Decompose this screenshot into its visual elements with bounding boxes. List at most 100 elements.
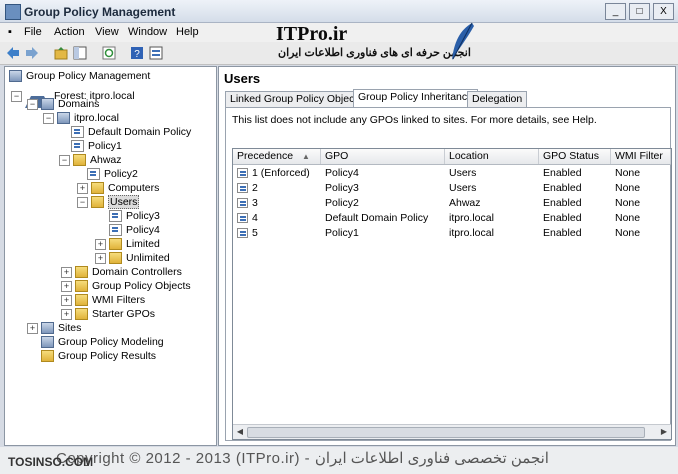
maximize-button[interactable]: □ <box>629 3 650 20</box>
close-button[interactable]: X <box>653 3 674 20</box>
tree-item-ahwaz[interactable]: − Ahwaz <box>59 154 122 168</box>
table-cell: Enabled <box>539 181 611 196</box>
enforced-gpo-link-icon <box>109 224 122 237</box>
cell-text: 2 <box>252 182 258 194</box>
table-row[interactable]: 2 Policy3 Users Enabled None <box>233 181 671 196</box>
tree-item-sites[interactable]: + Sites <box>27 322 81 336</box>
scrollbar-thumb[interactable] <box>247 427 645 438</box>
expand-toggle-icon[interactable]: + <box>61 294 72 306</box>
tree-label: Computers <box>108 182 160 195</box>
console-tree: Group Policy Management − Forest: itpro.l… <box>4 66 217 446</box>
details-pane: Users Linked Group Policy Objects Group … <box>218 66 676 446</box>
table-row[interactable]: 3 Policy2 Ahwaz Enabled None <box>233 196 671 211</box>
table-cell: 2 <box>233 181 321 196</box>
expand-toggle-icon[interactable]: + <box>95 238 106 250</box>
tree-item-computers[interactable]: + Computers <box>77 182 159 196</box>
table-cell: Enabled <box>539 226 611 241</box>
collapse-toggle-icon[interactable]: − <box>11 90 22 102</box>
tree-item-gp-results[interactable]: Group Policy Results <box>41 350 156 364</box>
refresh-icon[interactable] <box>102 46 116 60</box>
column-header-wmi-filter[interactable]: WMI Filter <box>611 149 671 164</box>
scroll-right-icon[interactable]: ▶ <box>658 426 670 437</box>
back-arrow-icon[interactable] <box>6 46 20 60</box>
tab-delegation[interactable]: Delegation <box>467 91 528 107</box>
collapse-toggle-icon[interactable]: − <box>43 112 54 124</box>
tree-label: Policy4 <box>126 224 160 237</box>
tree-label: Group Policy Results <box>58 350 157 363</box>
properties-icon[interactable] <box>149 46 163 60</box>
column-header-gpo-status[interactable]: GPO Status <box>539 149 611 164</box>
tree-item-group-policy-objects[interactable]: + Group Policy Objects <box>61 280 191 294</box>
inheritance-panel: This list does not include any GPOs link… <box>225 107 672 441</box>
tree-label: Ahwaz <box>90 154 122 167</box>
tree-item-policy3[interactable]: Policy3 <box>109 210 160 224</box>
tree-label: Domain Controllers <box>92 266 182 279</box>
cell-text: Enabled <box>543 197 582 209</box>
expand-toggle-icon[interactable]: + <box>95 252 106 264</box>
table-cell: Enabled <box>539 166 611 181</box>
menu-file-icon: ▪ <box>8 26 12 38</box>
tree-item-default-domain-policy[interactable]: Default Domain Policy <box>71 126 191 140</box>
tree-item-gp-modeling[interactable]: Group Policy Modeling <box>41 336 164 350</box>
expand-toggle-icon[interactable]: + <box>61 308 72 320</box>
gpo-link-icon <box>87 168 100 181</box>
table-row[interactable]: 5 Policy1 itpro.local Enabled None <box>233 226 671 241</box>
tree-label: Sites <box>58 322 82 335</box>
forward-arrow-icon[interactable] <box>25 46 39 60</box>
cell-text: None <box>615 197 641 209</box>
tree-item-unlimited[interactable]: + Unlimited <box>95 252 170 266</box>
minimize-button[interactable]: _ <box>605 3 626 20</box>
cell-text: Default Domain Policy <box>325 212 429 224</box>
menu-help[interactable]: Help <box>176 26 199 38</box>
expand-toggle-icon[interactable]: + <box>27 322 38 334</box>
tree-item-limited[interactable]: + Limited <box>95 238 160 252</box>
expand-toggle-icon[interactable]: + <box>61 266 72 278</box>
expand-toggle-icon[interactable]: + <box>77 182 88 194</box>
menu-window[interactable]: Window <box>128 26 167 38</box>
tree-item-users[interactable]: − Users <box>77 195 140 210</box>
horizontal-scrollbar[interactable]: ◀ ▶ <box>233 424 671 439</box>
modeling-icon <box>41 336 54 349</box>
gpmc-app-icon <box>5 4 21 20</box>
help-icon[interactable]: ? <box>130 46 144 60</box>
tab-gp-inheritance[interactable]: Group Policy Inheritance <box>353 89 478 108</box>
tree-item-wmi-filters[interactable]: + WMI Filters <box>61 294 145 308</box>
expand-toggle-icon[interactable]: + <box>61 280 72 292</box>
tree-item-policy1[interactable]: Policy1 <box>71 140 122 154</box>
tree-item-domains[interactable]: − Domains <box>27 98 99 112</box>
column-header-gpo[interactable]: GPO <box>321 149 445 164</box>
show-hide-tree-icon[interactable] <box>73 46 87 60</box>
tree-item-domain-controllers[interactable]: + Domain Controllers <box>61 266 182 280</box>
column-header-label: Precedence <box>237 150 294 162</box>
inheritance-table: Precedence ▲ GPO Location GPO Status WMI… <box>232 148 672 440</box>
collapse-toggle-icon[interactable]: − <box>59 154 70 166</box>
menu-action[interactable]: Action <box>54 26 85 38</box>
up-folder-icon[interactable] <box>54 46 68 60</box>
table-cell: None <box>611 211 671 226</box>
cell-text: 3 <box>252 197 258 209</box>
column-header-location[interactable]: Location <box>445 149 539 164</box>
tree-item-forest[interactable]: − Forest: itpro.local <box>11 84 135 108</box>
scroll-left-icon[interactable]: ◀ <box>234 426 246 437</box>
table-row[interactable]: 4 Default Domain Policy itpro.local Enabled… <box>233 211 671 226</box>
collapse-toggle-icon[interactable]: − <box>27 98 38 110</box>
tree-item-starter-gpos[interactable]: + Starter GPOs <box>61 308 155 322</box>
table-cell: Users <box>445 181 539 196</box>
menu-file[interactable]: File <box>24 26 42 38</box>
tree-item-domain[interactable]: − itpro.local <box>43 112 119 126</box>
cell-text: 5 <box>252 227 258 239</box>
cell-text: Users <box>449 182 477 194</box>
ou-folder-icon <box>91 182 104 195</box>
tree-item-policy4[interactable]: Policy4 <box>109 224 160 238</box>
tree-item-policy2[interactable]: Policy2 <box>87 168 138 182</box>
tree-item-gpm-root[interactable]: Group Policy Management <box>9 70 150 84</box>
cell-text: Ahwaz <box>449 197 481 209</box>
collapse-toggle-icon[interactable]: − <box>77 196 88 208</box>
cell-text: 1 (Enforced) <box>252 167 310 179</box>
table-row[interactable]: 1 (Enforced) Policy4 Users Enabled None <box>233 166 671 181</box>
cell-text: Enabled <box>543 227 582 239</box>
page-title: Users <box>224 71 261 86</box>
column-header-precedence[interactable]: Precedence ▲ <box>233 149 321 164</box>
menu-view[interactable]: View <box>95 26 119 38</box>
tab-linked-gpos[interactable]: Linked Group Policy Objects <box>225 91 368 107</box>
